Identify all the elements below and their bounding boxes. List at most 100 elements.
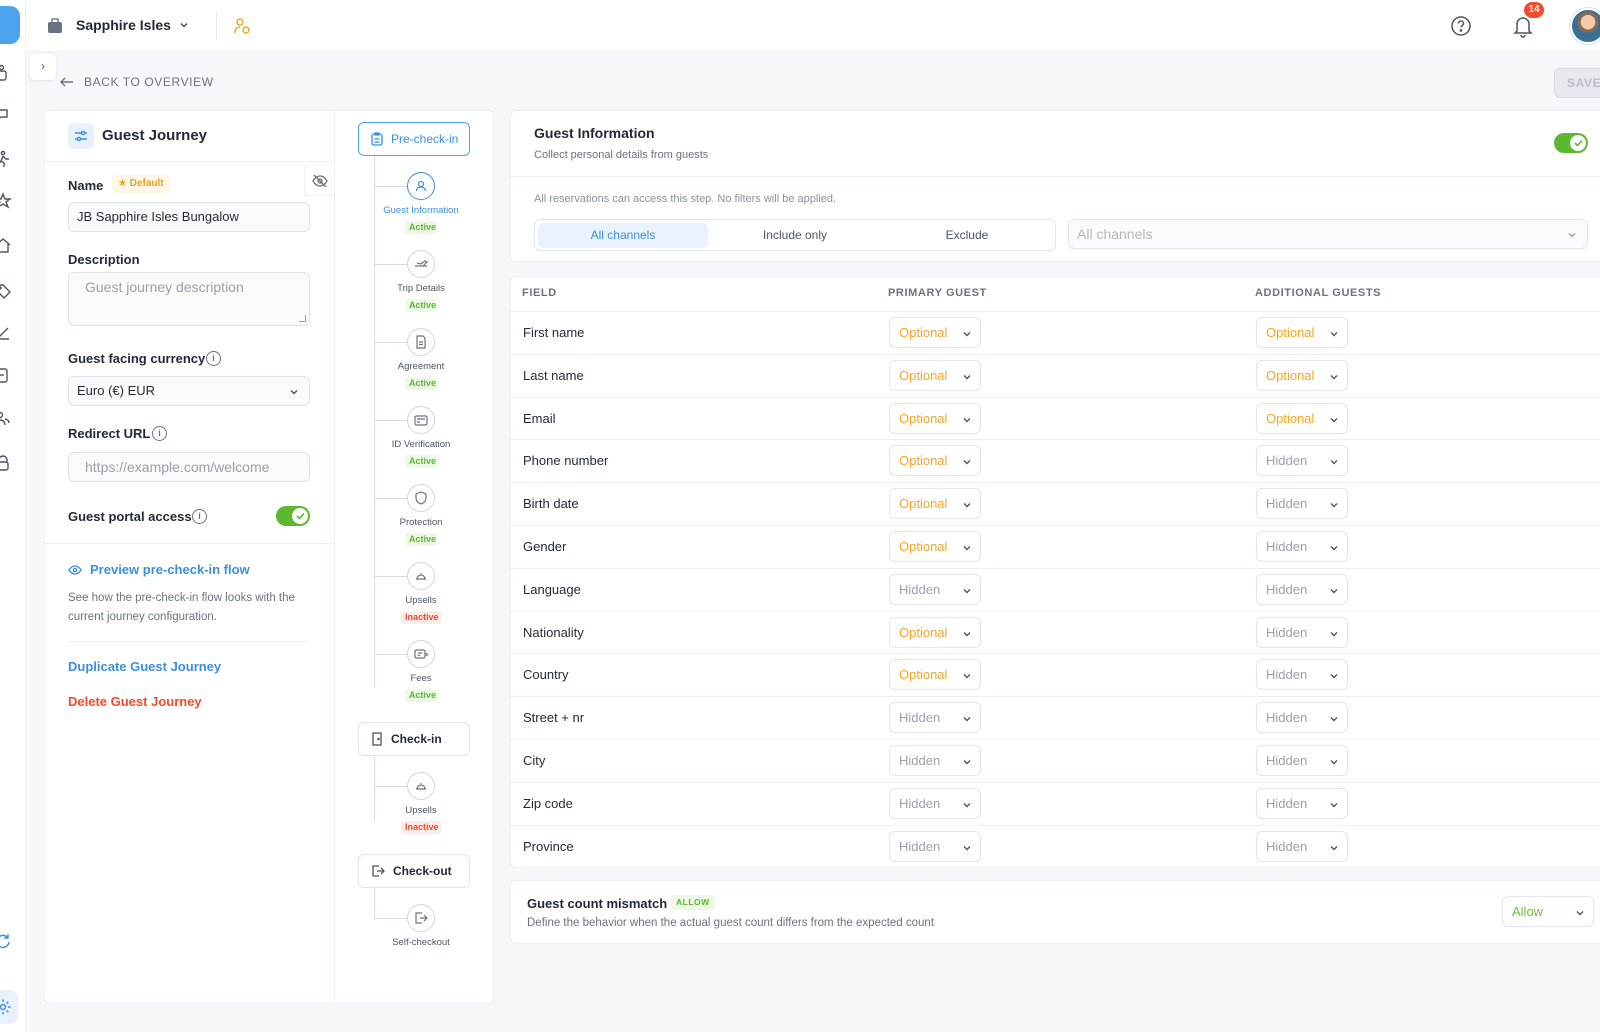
additional-guests-select[interactable]: Optional [1256, 359, 1348, 391]
info-icon[interactable]: i [192, 509, 207, 524]
primary-guest-select[interactable]: Optional [889, 616, 981, 648]
chevron-down-icon [1330, 374, 1338, 380]
additional-guests-value: Hidden [1266, 795, 1308, 811]
chevron-down-icon [1330, 546, 1338, 551]
primary-guest-select[interactable]: Optional [889, 531, 981, 562]
avatar[interactable] [1570, 8, 1600, 44]
additional-guests-select[interactable]: Hidden [1256, 745, 1348, 776]
app-logo[interactable] [0, 6, 20, 44]
segment-all-channels[interactable]: All channels [538, 223, 708, 248]
mismatch-title: Guest count mismatch [527, 896, 668, 911]
info-icon[interactable]: i [206, 351, 221, 366]
primary-guest-select[interactable]: Optional [889, 402, 981, 434]
currency-label: Guest facing currency [68, 351, 206, 366]
delete-journey-link[interactable]: Delete Guest Journey [68, 694, 202, 709]
name-input[interactable]: JB Sapphire Isles Bungalow [68, 202, 310, 232]
step-status-badge: Active [405, 221, 437, 234]
step-trip-details-button[interactable] [407, 250, 435, 278]
lock-doc-icon[interactable] [0, 366, 12, 384]
info-icon[interactable]: i [152, 426, 167, 441]
settings-icon[interactable] [0, 990, 18, 1024]
additional-guests-select[interactable]: Hidden [1256, 488, 1348, 520]
chat-icon[interactable] [0, 106, 12, 124]
step-fees-button[interactable] [407, 640, 435, 668]
save-button[interactable]: SAVE [1554, 68, 1600, 98]
additional-guests-select[interactable]: Optional [1256, 317, 1348, 348]
chevron-down-icon [290, 390, 298, 395]
arrow-left-icon [60, 77, 73, 87]
users-wifi-icon[interactable] [0, 410, 12, 428]
property-selector[interactable]: Sapphire Isles [76, 17, 171, 33]
primary-guest-select[interactable]: Optional [889, 659, 981, 691]
additional-guests-select[interactable]: Hidden [1256, 616, 1348, 648]
star-icon[interactable] [0, 192, 12, 210]
chevron-down-icon [1330, 332, 1338, 337]
lock-icon[interactable] [0, 454, 12, 472]
tasks-icon[interactable] [0, 324, 12, 342]
primary-guest-select[interactable]: Hidden [889, 787, 981, 819]
additional-guests-select[interactable]: Optional [1256, 402, 1348, 434]
primary-guest-select[interactable]: Optional [889, 445, 981, 477]
help-icon[interactable] [1450, 15, 1472, 37]
mismatch-behavior-select[interactable]: Allow [1502, 896, 1594, 927]
channel-select[interactable]: All channels [1068, 219, 1588, 249]
preview-flow-link[interactable]: Preview pre-check-in flow [68, 562, 250, 577]
exit-icon [415, 912, 428, 924]
redirect-url-input[interactable]: https://example.com/welcome [68, 452, 310, 482]
additional-guests-select[interactable]: Hidden [1256, 830, 1348, 862]
phase-checkin-button[interactable]: Check-in [358, 722, 470, 756]
description-textarea[interactable]: Guest journey description [68, 272, 310, 326]
panel-divider [334, 110, 335, 1004]
primary-guest-select[interactable]: Hidden [889, 702, 981, 734]
chevron-down-icon[interactable] [178, 19, 190, 31]
field-name: Language [523, 581, 581, 597]
user-settings-icon[interactable] [232, 16, 252, 36]
chevron-down-icon [1330, 717, 1338, 722]
primary-guest-select[interactable]: Optional [889, 488, 981, 520]
guest-information-toggle[interactable] [1554, 133, 1588, 153]
duplicate-journey-link[interactable]: Duplicate Guest Journey [68, 659, 221, 674]
hide-toggle-button[interactable] [304, 166, 334, 196]
step-upsells-button[interactable] [407, 562, 435, 590]
plane-icon [415, 260, 428, 267]
activity-icon[interactable] [0, 150, 12, 168]
section-subtitle: Collect personal details from guests [534, 149, 709, 161]
segment-exclude[interactable]: Exclude [882, 223, 1052, 248]
resize-handle[interactable] [299, 315, 306, 322]
tag-icon[interactable] [0, 282, 12, 300]
primary-guest-select[interactable]: Hidden [889, 573, 981, 605]
phase-checkout-button[interactable]: Check-out [358, 854, 470, 888]
additional-guests-select[interactable]: Hidden [1256, 445, 1348, 477]
sync-icon[interactable] [0, 932, 12, 950]
step-self-checkout-button[interactable] [407, 904, 435, 932]
expand-sidebar-button[interactable]: › [30, 54, 56, 80]
primary-guest-select[interactable]: Optional [889, 359, 981, 391]
user-icon [415, 180, 427, 192]
step-id-verification-button[interactable] [407, 406, 435, 434]
step-agreement-button[interactable] [407, 328, 435, 356]
additional-guests-select[interactable]: Hidden [1256, 573, 1348, 605]
currency-value: Euro (€) EUR [77, 383, 156, 398]
primary-guest-select[interactable]: Hidden [889, 745, 981, 776]
field-name: Street + nr [523, 710, 585, 726]
step-status-badge: Active [405, 689, 437, 702]
step-protection-button[interactable] [407, 484, 435, 512]
additional-guests-select[interactable]: Hidden [1256, 702, 1348, 734]
step-upsells-button[interactable] [407, 772, 435, 800]
primary-guest-select[interactable]: Hidden [889, 830, 981, 862]
check-icon [1570, 135, 1586, 151]
currency-select[interactable]: Euro (€) EUR [68, 376, 310, 406]
segment-include-only[interactable]: Include only [710, 223, 880, 248]
home-icon[interactable] [0, 236, 12, 254]
additional-guests-select[interactable]: Hidden [1256, 659, 1348, 691]
back-to-overview-link[interactable]: BACK TO OVERVIEW [60, 75, 214, 89]
additional-guests-select[interactable]: Hidden [1256, 531, 1348, 562]
phase-precheckin-button[interactable]: Pre-check-in [358, 122, 470, 156]
additional-guests-select[interactable]: Hidden [1256, 787, 1348, 819]
guests-icon[interactable] [0, 64, 12, 82]
stepper-connector [374, 186, 407, 187]
primary-guest-select[interactable]: Optional [889, 317, 981, 348]
chevron-down-icon [963, 802, 971, 808]
step-guest-information-button[interactable] [407, 172, 435, 200]
portal-access-toggle[interactable] [276, 506, 310, 526]
